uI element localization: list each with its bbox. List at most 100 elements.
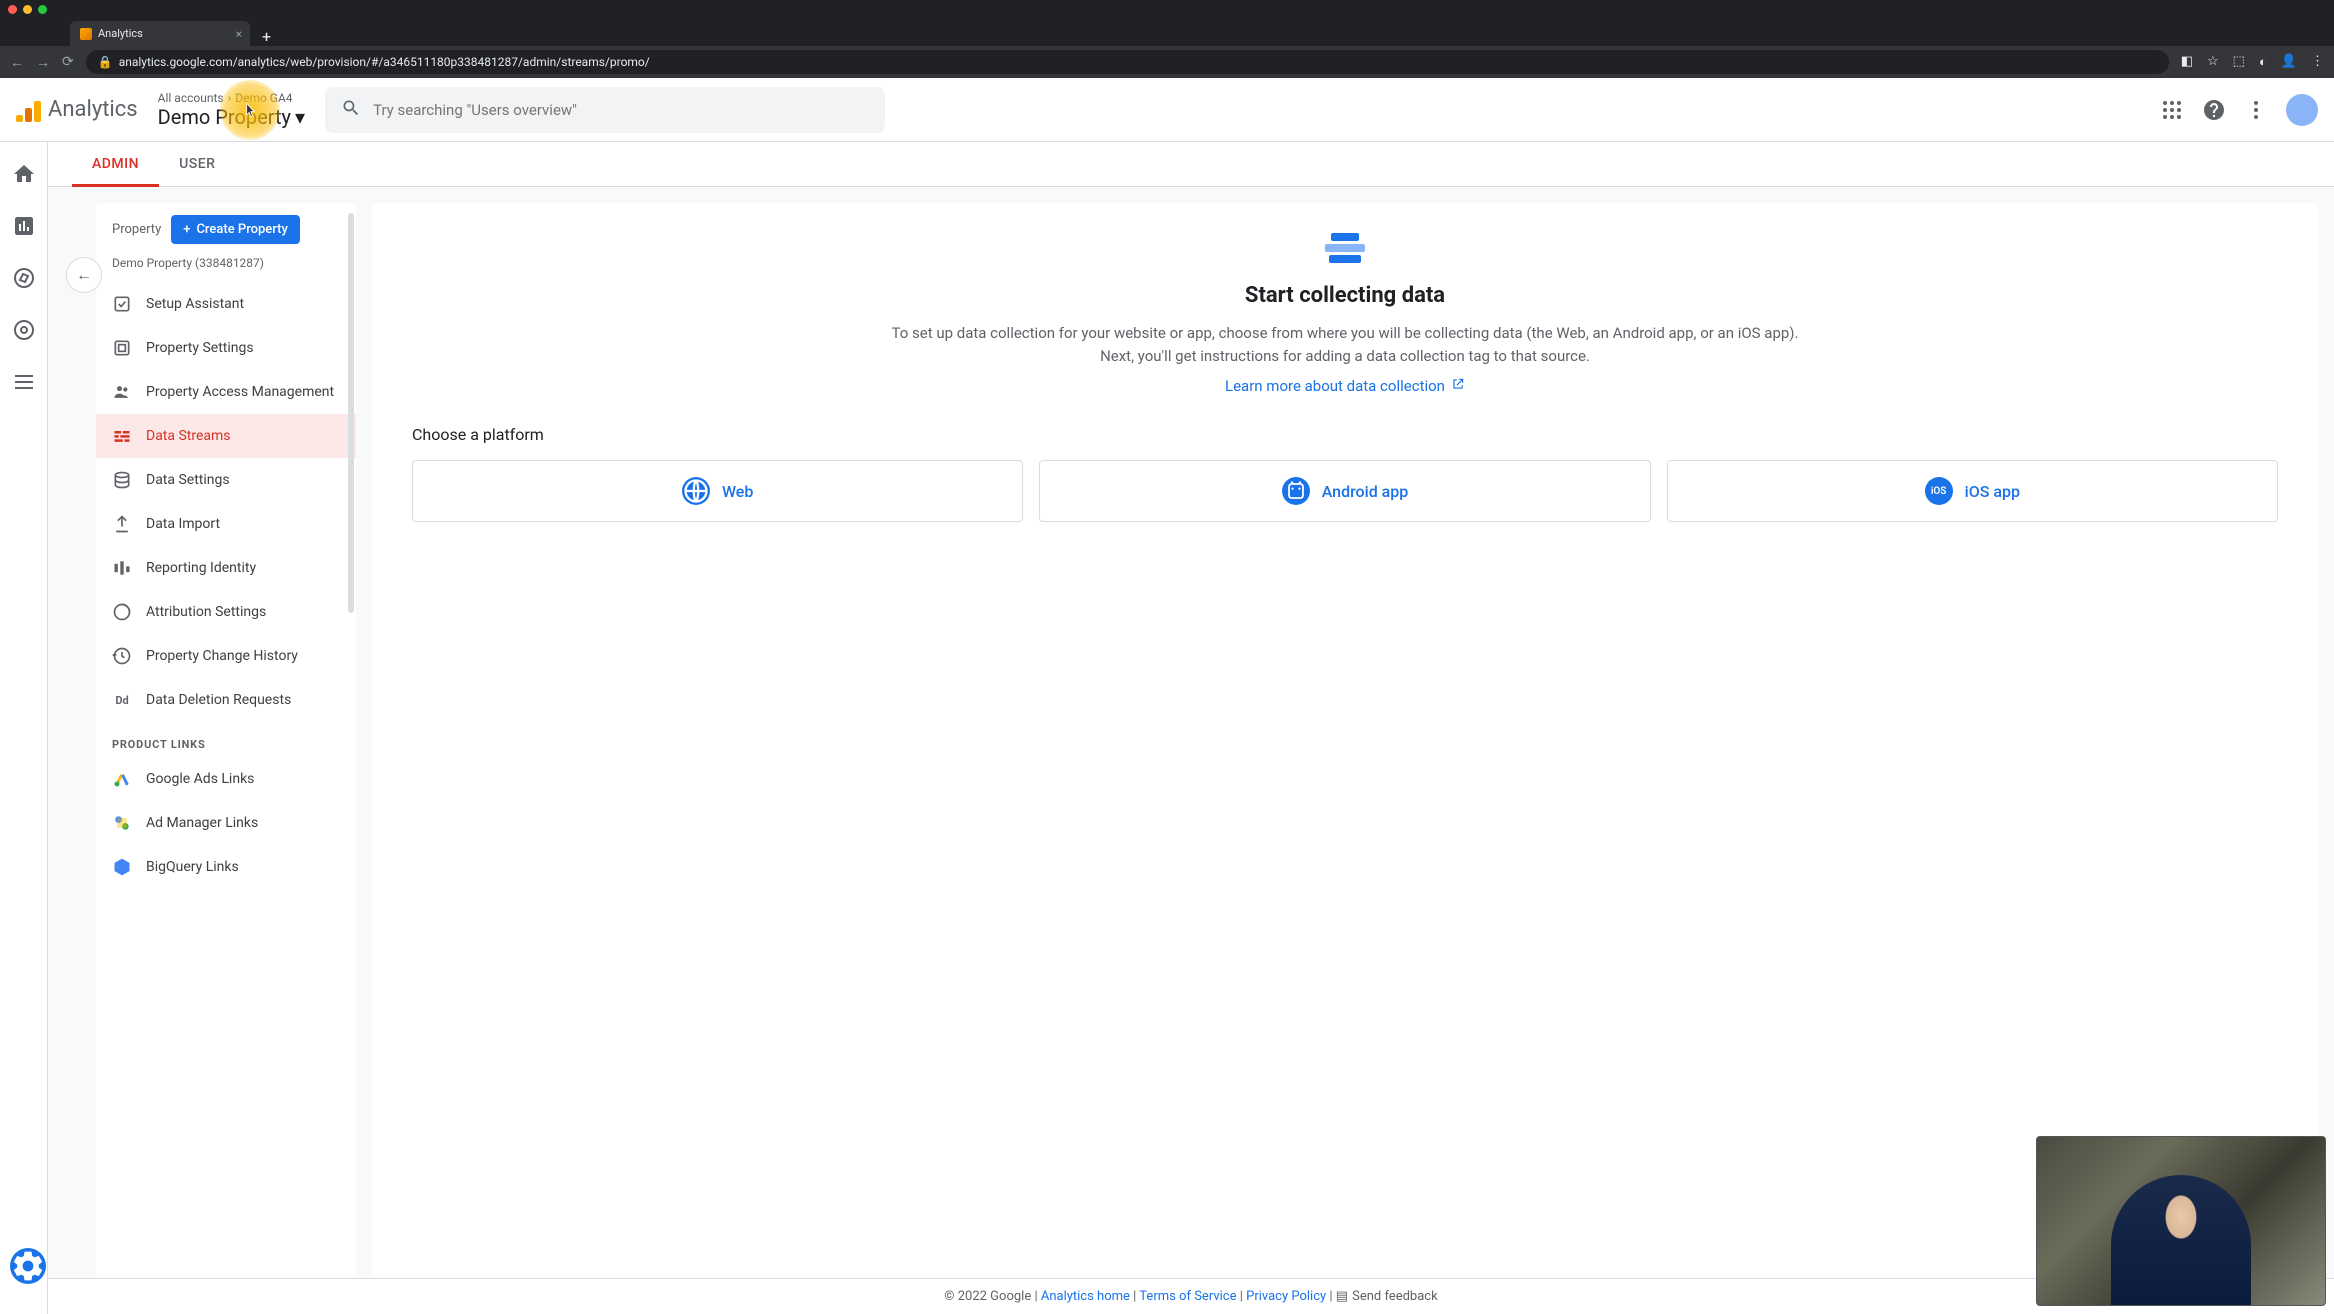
- tab-admin[interactable]: ADMIN: [72, 142, 159, 186]
- help-icon[interactable]: [2202, 98, 2226, 122]
- feedback-icon: ▤: [1336, 1289, 1348, 1304]
- advertising-icon[interactable]: [12, 318, 36, 342]
- window-close-button[interactable]: [8, 5, 17, 14]
- property-subtitle: Demo Property (338481287): [96, 256, 356, 282]
- upload-icon: [112, 514, 132, 534]
- android-icon: [1282, 477, 1310, 505]
- terms-link[interactable]: Terms of Service: [1139, 1289, 1236, 1304]
- apps-icon[interactable]: [2160, 98, 2184, 122]
- menu-change-history[interactable]: Property Change History: [96, 634, 356, 678]
- footer: © 2022 Google | Analytics home | Terms o…: [48, 1278, 2334, 1314]
- reload-button[interactable]: ⟳: [62, 54, 74, 70]
- identity-icon: [112, 558, 132, 578]
- platform-android-button[interactable]: Android app: [1039, 460, 1650, 522]
- menu-property-settings[interactable]: Property Settings: [96, 326, 356, 370]
- back-button[interactable]: ←: [66, 257, 102, 293]
- bigquery-icon: [112, 857, 132, 877]
- menu-data-streams[interactable]: Data Streams: [96, 414, 356, 458]
- address-bar[interactable]: 🔒 analytics.google.com/analytics/web/pro…: [86, 50, 2169, 74]
- browser-tab[interactable]: Analytics ×: [70, 21, 250, 46]
- platform-ios-button[interactable]: iOS iOS app: [1667, 460, 2278, 522]
- app-header: Analytics All accounts›Demo GA4 Demo Pro…: [0, 78, 2334, 142]
- link-ad-manager[interactable]: Ad Manager Links: [96, 801, 356, 845]
- left-rail: [0, 142, 48, 1314]
- analytics-favicon: [80, 28, 92, 40]
- create-property-button[interactable]: + Create Property: [171, 215, 300, 244]
- platform-web-button[interactable]: Web: [412, 460, 1023, 522]
- chevron-down-icon: ▾: [295, 105, 305, 129]
- reports-icon[interactable]: [12, 214, 36, 238]
- external-link-icon: [1451, 377, 1465, 395]
- google-ads-icon: [112, 769, 132, 789]
- page-description: To set up data collection for your websi…: [885, 322, 1805, 367]
- analytics-icon: [16, 98, 40, 122]
- menu-access-management[interactable]: Property Access Management: [96, 370, 356, 414]
- property-column: Property + Create Property Demo Property…: [96, 203, 356, 1314]
- menu-data-settings[interactable]: Data Settings: [96, 458, 356, 502]
- main-panel: Start collecting data To set up data col…: [372, 203, 2318, 1314]
- analytics-logo[interactable]: Analytics: [16, 97, 138, 122]
- webcam-overlay: [2036, 1136, 2326, 1306]
- menu-reporting-identity[interactable]: Reporting Identity: [96, 546, 356, 590]
- database-icon: [112, 470, 132, 490]
- url-text: analytics.google.com/analytics/web/provi…: [119, 55, 650, 69]
- back-button[interactable]: ←: [10, 54, 24, 71]
- window-maximize-button[interactable]: [38, 5, 47, 14]
- search-icon: [341, 98, 361, 122]
- web-icon: [682, 477, 710, 505]
- extension-icon[interactable]: ☆: [2207, 54, 2219, 70]
- lock-icon: 🔒: [98, 55, 113, 69]
- privacy-link[interactable]: Privacy Policy: [1246, 1289, 1326, 1304]
- extension-icon[interactable]: ◐: [2259, 54, 2267, 70]
- tab-user[interactable]: USER: [159, 142, 235, 186]
- menu-deletion-requests[interactable]: Dd Data Deletion Requests: [96, 678, 356, 722]
- checkbox-icon: [112, 294, 132, 314]
- menu-setup-assistant[interactable]: Setup Assistant: [96, 282, 356, 326]
- settings-icon: [112, 338, 132, 358]
- explore-icon[interactable]: [12, 266, 36, 290]
- app-name: Analytics: [48, 97, 138, 122]
- scrollbar[interactable]: [348, 213, 354, 613]
- ad-manager-icon: [112, 813, 132, 833]
- product-links-label: PRODUCT LINKS: [96, 722, 356, 757]
- new-tab-button[interactable]: +: [250, 27, 283, 46]
- menu-data-import[interactable]: Data Import: [96, 502, 356, 546]
- admin-tabs: ADMIN USER: [48, 142, 2334, 187]
- browser-toolbar: ← → ⟳ 🔒 analytics.google.com/analytics/w…: [0, 46, 2334, 78]
- choose-platform-label: Choose a platform: [412, 425, 2278, 444]
- ios-icon: iOS: [1925, 477, 1953, 505]
- history-icon: [112, 646, 132, 666]
- window-minimize-button[interactable]: [23, 5, 32, 14]
- people-icon: [112, 382, 132, 402]
- more-icon[interactable]: [2244, 98, 2268, 122]
- cursor-pointer-icon: [240, 100, 260, 125]
- analytics-home-link[interactable]: Analytics home: [1041, 1289, 1130, 1304]
- learn-more-link[interactable]: Learn more about data collection: [1225, 377, 1465, 395]
- data-collection-icon: [1321, 233, 1369, 271]
- configure-icon[interactable]: [12, 370, 36, 394]
- extension-icon[interactable]: ⬚: [2233, 54, 2245, 70]
- delete-icon: Dd: [112, 690, 132, 710]
- page-title: Start collecting data: [1245, 283, 1445, 308]
- extension-icon[interactable]: ◧: [2181, 54, 2193, 70]
- menu-icon[interactable]: ⋮: [2311, 54, 2324, 70]
- search-box[interactable]: [325, 87, 885, 133]
- send-feedback-button[interactable]: ▤ Send feedback: [1336, 1289, 1438, 1304]
- home-icon[interactable]: [12, 162, 36, 186]
- property-label: Property: [112, 222, 161, 237]
- profile-icon[interactable]: 👤: [2281, 54, 2297, 70]
- forward-button[interactable]: →: [36, 54, 50, 71]
- link-google-ads[interactable]: Google Ads Links: [96, 757, 356, 801]
- tab-title: Analytics: [98, 27, 143, 40]
- plus-icon: +: [183, 222, 190, 237]
- link-bigquery[interactable]: BigQuery Links: [96, 845, 356, 889]
- search-input[interactable]: [373, 101, 869, 119]
- close-icon[interactable]: ×: [236, 27, 242, 41]
- attribution-icon: [112, 602, 132, 622]
- streams-icon: [112, 426, 132, 446]
- admin-gear-button[interactable]: [10, 1248, 46, 1284]
- window-titlebar: [0, 0, 2334, 18]
- user-avatar[interactable]: [2286, 94, 2318, 126]
- browser-tab-strip: Analytics × +: [0, 18, 2334, 46]
- menu-attribution-settings[interactable]: Attribution Settings: [96, 590, 356, 634]
